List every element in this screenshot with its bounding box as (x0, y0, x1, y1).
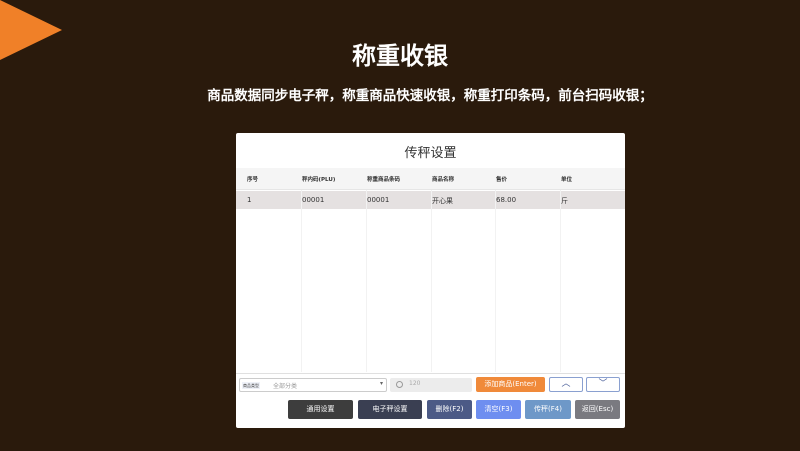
category-label: 商品类型 (242, 382, 260, 389)
column-header: 商品名称 (432, 177, 455, 183)
chevron-up-icon[interactable]: ︿ (549, 377, 583, 392)
table-cell: 开心果 (432, 197, 453, 205)
column-header: 序号 (247, 177, 259, 183)
column-header: 秤内码(PLU) (302, 177, 336, 183)
table-cell: 00001 (367, 196, 390, 204)
caret-down-icon: ▾ (379, 380, 383, 387)
column-header: 售价 (496, 177, 508, 183)
column-header: 单位 (561, 177, 573, 183)
general-settings-button[interactable]: 通用设置 (288, 400, 353, 419)
table-cell: 00001 (302, 196, 325, 204)
search-field[interactable]: 120 (390, 378, 472, 392)
toolbar-divider (236, 373, 625, 374)
add-product-button[interactable]: 添加商品(Enter) (476, 377, 545, 392)
table-cell: 68.00 (496, 196, 517, 204)
back-button[interactable]: 返回(Esc) (575, 400, 620, 419)
table-header: 序号 秤内码(PLU) 称重商品条码 商品名称 售价 单位 (236, 168, 625, 190)
category-select[interactable]: 商品类型 全部分类 ▾ (239, 378, 387, 392)
column-divider (495, 190, 496, 372)
slide-title: 称重收银 (352, 42, 448, 70)
slide-subtitle: 商品数据同步电子秤，称重商品快速收银，称重打印条码，前台扫码收银； (207, 88, 653, 104)
send-scale-button[interactable]: 传秤(F4) (525, 400, 571, 419)
column-divider (301, 190, 302, 372)
column-header: 称重商品条码 (367, 177, 401, 183)
column-divider (560, 190, 561, 372)
clear-button[interactable]: 清空(F3) (476, 400, 521, 419)
table-cell: 斤 (561, 197, 568, 205)
category-value: 全部分类 (273, 383, 298, 390)
search-icon (396, 381, 403, 388)
column-divider (431, 190, 432, 372)
column-divider (366, 190, 367, 372)
scale-settings-window: 传秤设置 序号 秤内码(PLU) 称重商品条码 商品名称 售价 单位 1 000… (236, 133, 625, 428)
scale-settings-button[interactable]: 电子秤设置 (358, 400, 422, 419)
table-cell: 1 (247, 196, 252, 204)
delete-button[interactable]: 删除(F2) (427, 400, 472, 419)
chevron-down-icon[interactable]: ﹀ (586, 377, 620, 392)
search-input[interactable]: 120 (409, 380, 420, 387)
